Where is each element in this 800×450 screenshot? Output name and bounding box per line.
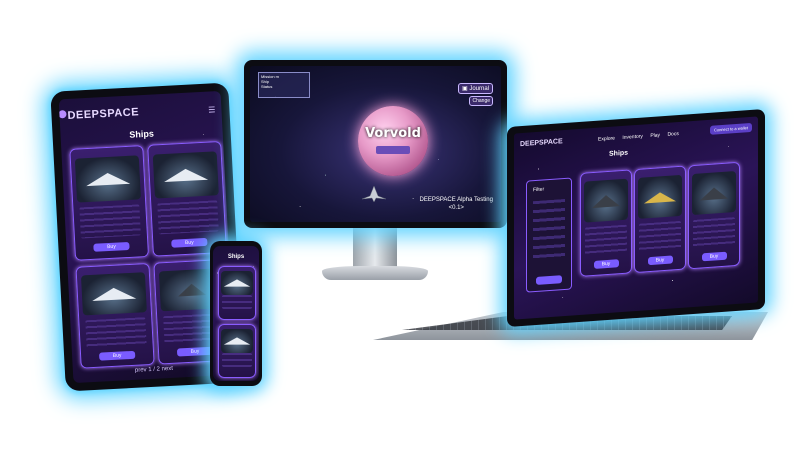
buy-button[interactable]: Buy bbox=[93, 241, 130, 253]
phone-screen: Ships bbox=[213, 246, 259, 381]
ship-card[interactable]: Buy bbox=[147, 140, 227, 257]
spaceship-icon bbox=[644, 190, 676, 203]
player-spaceship-icon bbox=[362, 186, 386, 202]
spaceship-icon bbox=[700, 186, 728, 201]
spaceship-icon bbox=[223, 279, 251, 287]
nav-docs[interactable]: Docs bbox=[667, 131, 678, 138]
journal-icon: ▣ bbox=[461, 86, 468, 92]
laptop-screen: DEEPSPACE Explore Inventory Play Docs Co… bbox=[514, 116, 758, 320]
ship-card[interactable]: Buy bbox=[580, 169, 632, 277]
filter-label: Filter bbox=[533, 186, 545, 194]
buy-button[interactable]: Buy bbox=[647, 255, 673, 266]
tablet-screen: DEEPSPACE ☰ Ships Buy Buy Buy Buy prev 1… bbox=[58, 90, 236, 384]
buy-button[interactable]: Buy bbox=[176, 346, 214, 357]
ship-card[interactable]: Buy bbox=[69, 145, 150, 261]
filter-panel: Filter bbox=[526, 177, 572, 293]
phone-device: Ships bbox=[210, 241, 262, 386]
page-title: Ships bbox=[227, 254, 245, 260]
planet-name: Vorvold bbox=[365, 126, 421, 141]
buy-button[interactable]: Buy bbox=[98, 350, 136, 361]
planet-action-button[interactable] bbox=[376, 146, 410, 154]
laptop-device: DEEPSPACE Explore Inventory Play Docs Co… bbox=[507, 108, 765, 328]
version-banner: DEEPSPACE Alpha Testing <0.1> bbox=[420, 196, 494, 212]
spaceship-icon bbox=[592, 193, 620, 208]
ship-card[interactable]: Buy bbox=[75, 262, 155, 369]
journal-button[interactable]: ▣ Journal bbox=[457, 83, 493, 94]
nav-play[interactable]: Play bbox=[650, 132, 660, 139]
nav-explore[interactable]: Explore bbox=[598, 135, 615, 142]
journal-label: Journal bbox=[469, 86, 489, 92]
buy-button[interactable]: Buy bbox=[171, 237, 208, 249]
hud-line: Status bbox=[261, 84, 273, 89]
spaceship-icon bbox=[163, 167, 209, 182]
spaceship-icon bbox=[85, 171, 131, 186]
ship-card[interactable]: Buy bbox=[688, 161, 740, 270]
mission-hud-panel: Mission m Ship Status bbox=[258, 72, 310, 98]
spaceship-icon bbox=[177, 283, 207, 297]
filter-apply-button[interactable] bbox=[535, 275, 563, 286]
buy-button[interactable]: Buy bbox=[701, 251, 727, 262]
monitor-device: Mission m Ship Status ▣ Journal Change V… bbox=[244, 60, 507, 228]
version-number: <0.1> bbox=[448, 205, 464, 211]
spaceship-icon bbox=[91, 286, 137, 301]
filter-options[interactable] bbox=[533, 198, 565, 262]
spaceship-icon bbox=[223, 337, 251, 345]
ship-card[interactable] bbox=[218, 266, 256, 320]
monitor-stand-neck bbox=[353, 228, 397, 268]
ship-card[interactable] bbox=[218, 324, 256, 378]
ship-card[interactable]: Buy bbox=[634, 165, 686, 274]
monitor-stand-foot bbox=[322, 266, 428, 280]
buy-button[interactable]: Buy bbox=[593, 258, 619, 269]
planet[interactable]: Vorvold bbox=[358, 106, 428, 176]
hamburger-menu-button[interactable]: ☰ bbox=[208, 105, 216, 114]
version-title: DEEPSPACE Alpha Testing bbox=[419, 197, 494, 203]
monitor-screen: Mission m Ship Status ▣ Journal Change V… bbox=[250, 66, 501, 222]
page-title: Ships bbox=[609, 149, 629, 158]
change-button[interactable]: Change bbox=[469, 96, 493, 106]
